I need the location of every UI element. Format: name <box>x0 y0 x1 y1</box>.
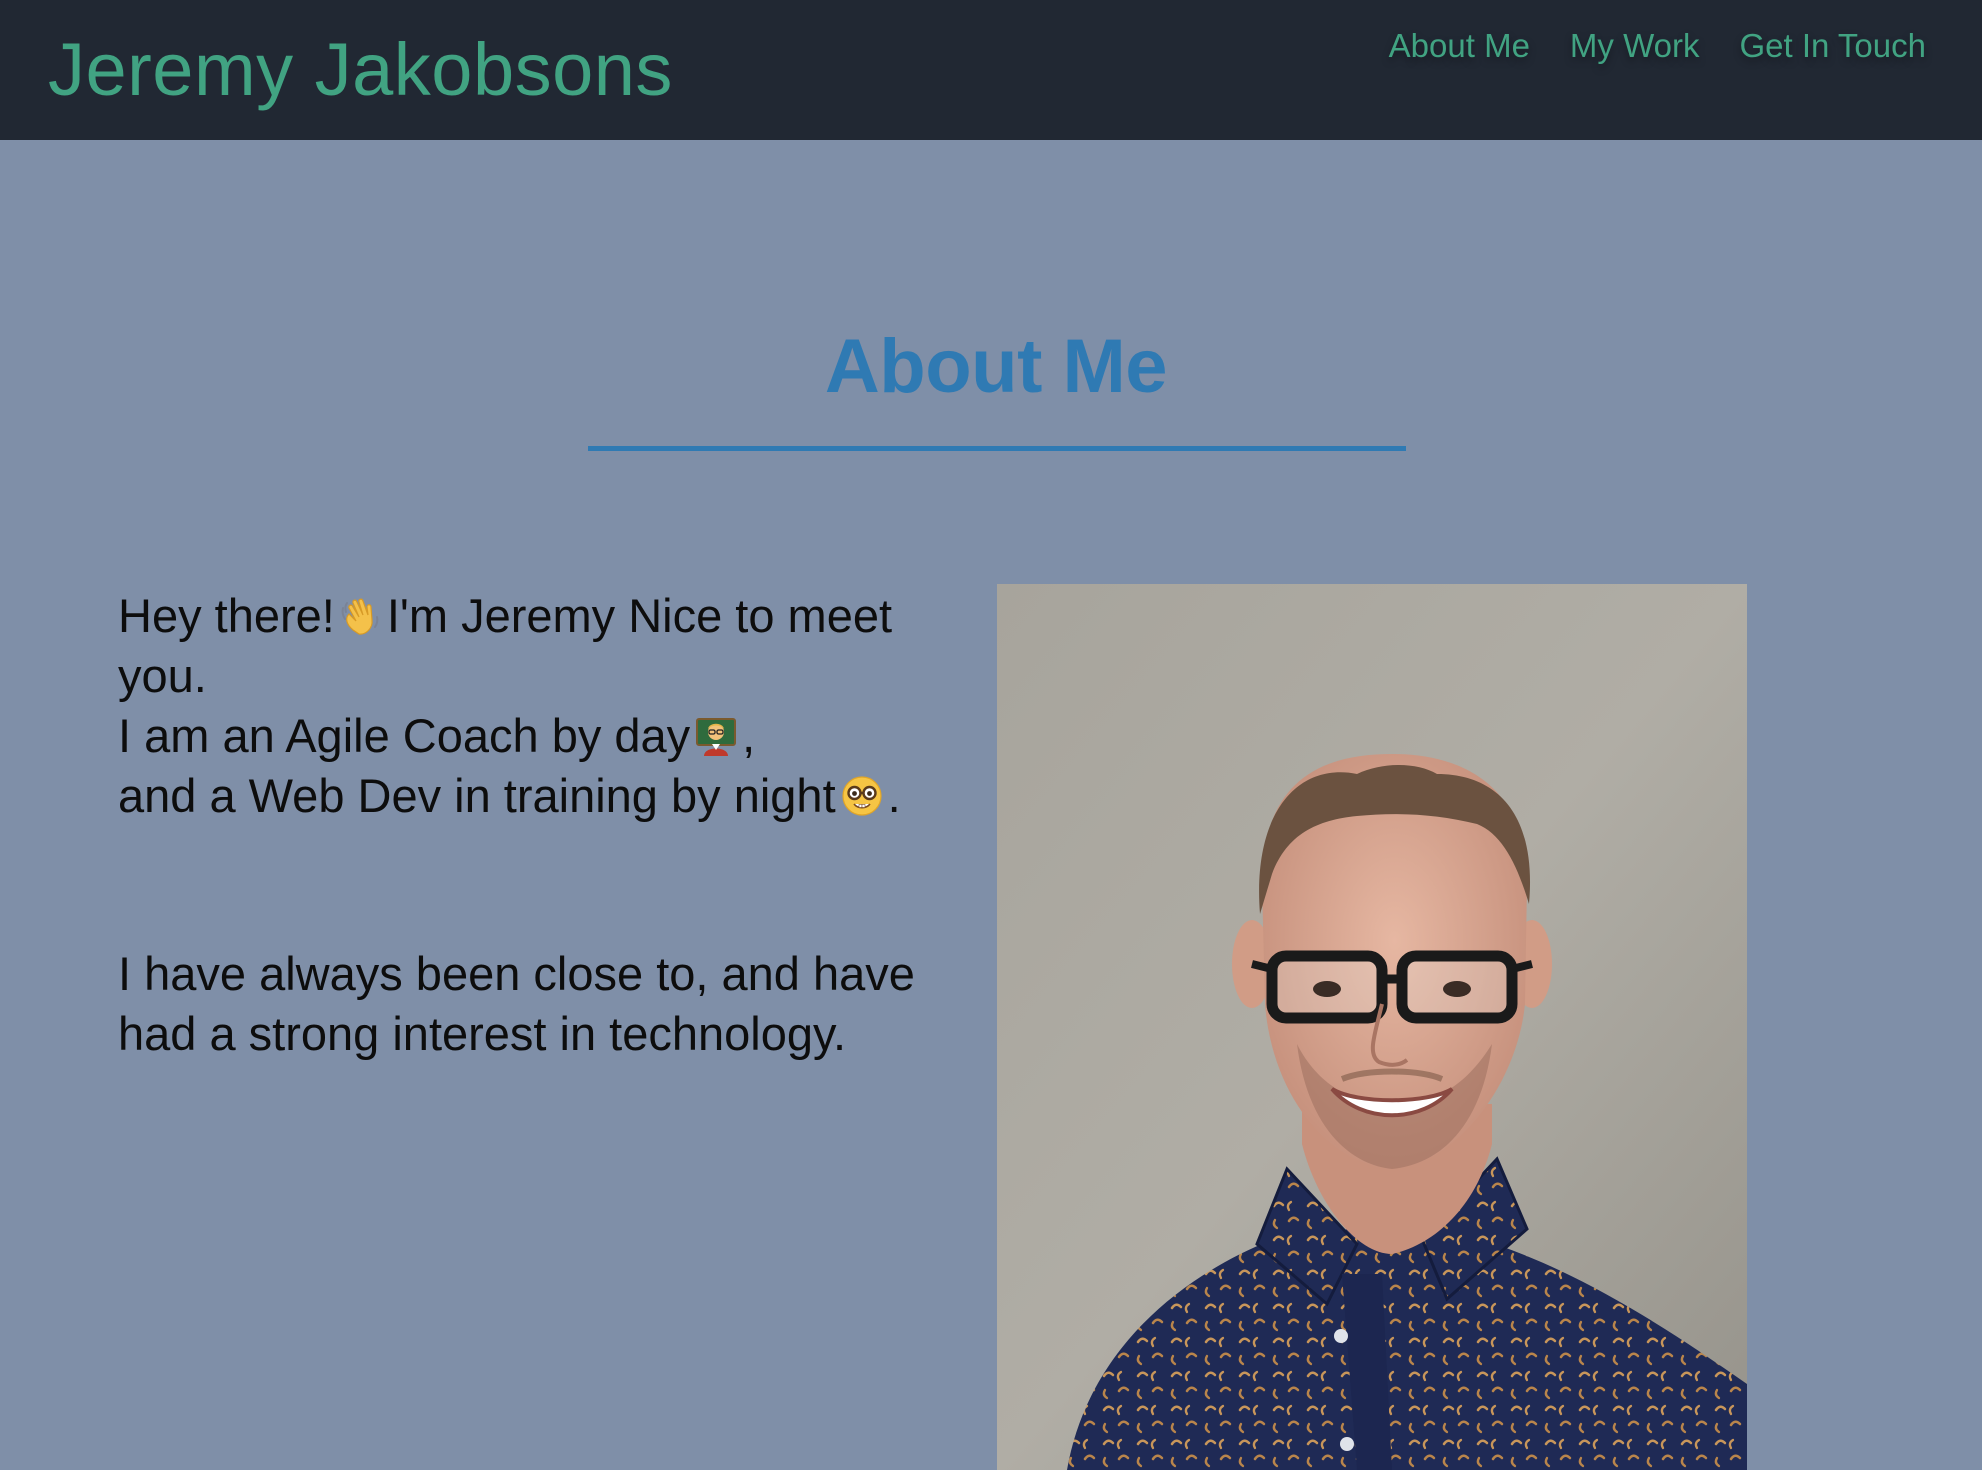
about-intro: Hey there! I'm Jeremy Nice to meet you. I… <box>118 586 978 1064</box>
nav-get-in-touch[interactable]: Get In Touch <box>1739 26 1926 66</box>
intro-period: . <box>887 769 901 822</box>
intro-web-dev: and a Web Dev in training by night <box>118 769 836 822</box>
intro-paragraph-2: I have always been close to, and have ha… <box>118 947 915 1060</box>
intro-comma: , <box>742 709 756 762</box>
brand-link[interactable]: Jeremy Jakobsons <box>48 26 673 114</box>
intro-greeting: Hey there! <box>118 589 335 642</box>
waving-hand-icon <box>339 592 383 636</box>
intro-agile-coach: I am an Agile Coach by day <box>118 709 691 762</box>
nav-about-me[interactable]: About Me <box>1389 26 1530 66</box>
intro-line-3: and a Web Dev in training by night. <box>118 766 978 826</box>
intro-line-2: I am an Agile Coach by day, <box>118 706 978 766</box>
nav-my-work[interactable]: My Work <box>1570 26 1700 66</box>
page: Jeremy Jakobsons About Me My Work Get In… <box>0 0 1982 1470</box>
profile-photo <box>997 584 1747 1470</box>
top-navbar: Jeremy Jakobsons About Me My Work Get In… <box>0 0 1982 140</box>
nerd-face-icon <box>840 772 884 816</box>
title-underline <box>588 446 1406 451</box>
teacher-icon <box>694 712 738 756</box>
about-title: About Me <box>824 324 1168 409</box>
intro-line-1: Hey there! I'm Jeremy Nice to meet you. <box>118 586 978 706</box>
main-nav: About Me My Work Get In Touch <box>1389 26 1926 66</box>
